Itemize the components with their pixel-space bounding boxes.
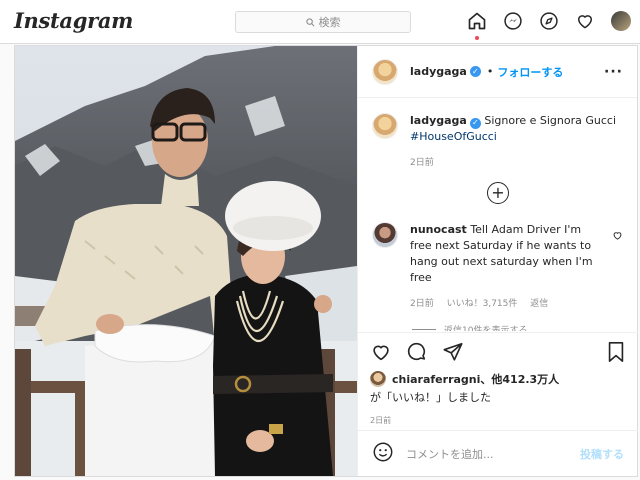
commenter-username[interactable]: nunocast bbox=[410, 223, 467, 236]
explore-icon[interactable] bbox=[538, 10, 560, 32]
comment-bubble-icon[interactable] bbox=[406, 341, 428, 367]
caption-time: 2日前 bbox=[410, 158, 434, 168]
caption-avatar[interactable] bbox=[372, 113, 398, 139]
search-icon bbox=[305, 17, 314, 26]
likes-summary-suffix: が「いいね！」しました bbox=[370, 391, 491, 404]
actions-section: chiaraferragni、他412.3万人 が「いいね！」しました 2日前 bbox=[358, 332, 638, 434]
messenger-icon[interactable] bbox=[502, 10, 524, 32]
follow-button[interactable]: フォローする bbox=[497, 64, 563, 80]
share-paper-plane-icon[interactable] bbox=[442, 341, 464, 367]
caption-username[interactable]: ladygaga bbox=[410, 114, 467, 127]
post-card: ladygaga ✓ • フォローする ··· ladygaga ✓ Signor… bbox=[14, 45, 638, 477]
post-comment-button[interactable]: 投稿する bbox=[580, 446, 624, 462]
reply-button[interactable]: 返信 bbox=[530, 299, 548, 309]
comment-time: 2日前 bbox=[410, 299, 434, 309]
author-avatar[interactable] bbox=[372, 58, 398, 85]
likes-count[interactable]: 、他412.3万人 bbox=[480, 373, 559, 386]
header-separator: • bbox=[486, 65, 494, 78]
like-heart-icon[interactable] bbox=[370, 341, 392, 367]
comment-like-heart-icon[interactable] bbox=[612, 222, 624, 309]
caption-row: ladygaga ✓ Signore e Signora Gucci #House… bbox=[372, 113, 624, 168]
instagram-logo[interactable]: Instagram bbox=[14, 8, 133, 33]
active-indicator bbox=[475, 36, 479, 40]
verified-badge-icon: ✓ bbox=[469, 66, 481, 77]
post-photo[interactable] bbox=[15, 46, 357, 476]
search-placeholder: 検索 bbox=[318, 16, 341, 29]
add-comment-bar: コメントを追加... 投稿する bbox=[358, 430, 638, 476]
emoji-smiley-icon[interactable] bbox=[372, 441, 394, 467]
hashtag-link[interactable]: #HouseOfGucci bbox=[410, 130, 497, 143]
activity-heart-icon[interactable] bbox=[574, 10, 596, 32]
liker-username[interactable]: chiaraferragni bbox=[392, 373, 480, 386]
comment-input[interactable]: コメントを追加... bbox=[406, 446, 568, 462]
liker-avatar[interactable] bbox=[370, 371, 386, 387]
commenter-avatar[interactable] bbox=[372, 222, 398, 248]
comment-row: nunocast Tell Adam Driver I'm free next … bbox=[372, 222, 624, 309]
view-replies-link[interactable]: 返信10件を表示する bbox=[372, 323, 624, 331]
post-header: ladygaga ✓ • フォローする ··· bbox=[358, 46, 637, 98]
author-username[interactable]: ladygaga bbox=[410, 65, 467, 78]
comment-meta: 2日前 いいね！3,715件 返信 bbox=[410, 296, 600, 309]
post-date: 2日前 bbox=[370, 416, 392, 425]
post-sidebar: ladygaga ✓ • フォローする ··· ladygaga ✓ Signor… bbox=[357, 46, 638, 476]
search-input[interactable]: 検索 bbox=[235, 11, 411, 33]
comments-area: ladygaga ✓ Signore e Signora Gucci #House… bbox=[358, 99, 638, 331]
comment-likes[interactable]: いいね！3,715件 bbox=[447, 299, 518, 309]
verified-badge-icon: ✓ bbox=[469, 117, 481, 129]
top-nav: Instagram 検索 bbox=[0, 0, 640, 44]
profile-avatar[interactable] bbox=[610, 10, 632, 32]
home-icon[interactable] bbox=[466, 10, 488, 40]
caption-text: Signore e Signora Gucci bbox=[484, 114, 617, 127]
load-more-comments-icon[interactable]: + bbox=[487, 182, 509, 204]
more-options-icon[interactable]: ··· bbox=[604, 64, 623, 80]
save-bookmark-icon[interactable] bbox=[606, 341, 626, 367]
likes-summary: chiaraferragni、他412.3万人 bbox=[370, 371, 626, 387]
